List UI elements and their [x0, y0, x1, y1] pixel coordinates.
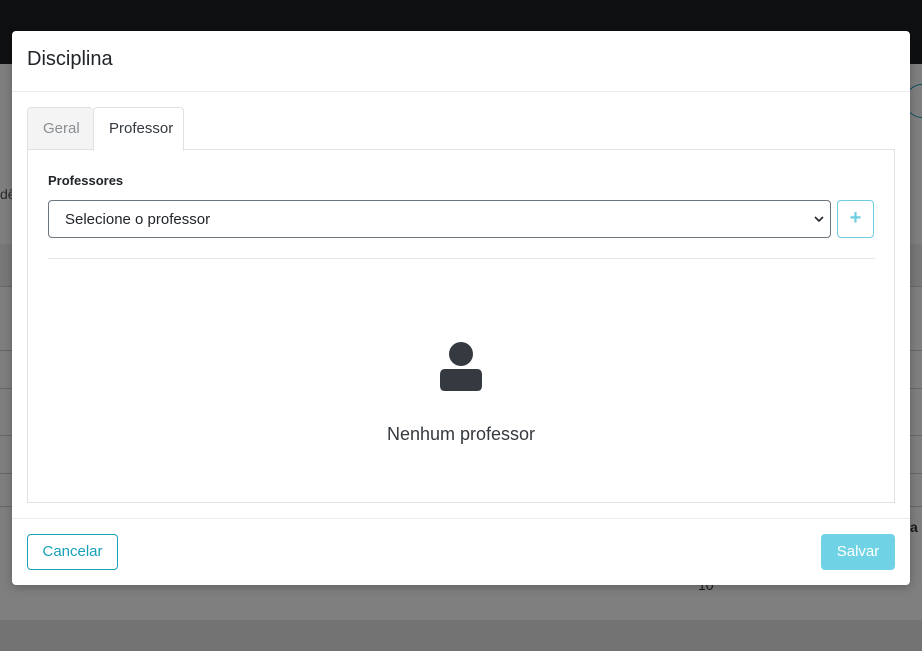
chevron-down-icon [814, 216, 824, 223]
modal-footer: Cancelar Salvar [12, 518, 910, 585]
user-icon [440, 342, 482, 391]
professor-select-value: Selecione o professor [65, 211, 211, 228]
tab-bar: Geral Professor [27, 107, 895, 151]
professor-select[interactable]: Selecione o professor [48, 200, 831, 238]
add-professor-button[interactable]: + [837, 200, 874, 238]
tab-professor[interactable]: Professor [93, 107, 184, 151]
empty-state-text: Nenhum professor [386, 424, 536, 444]
modal-body: Geral Professor Professores Selecione o … [27, 107, 895, 503]
save-button[interactable]: Salvar [821, 534, 895, 570]
cancel-button[interactable]: Cancelar [27, 534, 118, 570]
professores-label: Professores [48, 173, 124, 188]
section-divider [48, 258, 875, 259]
modal-title: Disciplina [27, 48, 113, 70]
tab-geral[interactable]: Geral [27, 107, 93, 150]
modal-header: Disciplina [12, 31, 910, 92]
professor-tab-panel: Professores Selecione o professor + Nenh… [27, 149, 895, 503]
disciplina-modal: Disciplina Geral Professor Professores S… [12, 31, 910, 585]
